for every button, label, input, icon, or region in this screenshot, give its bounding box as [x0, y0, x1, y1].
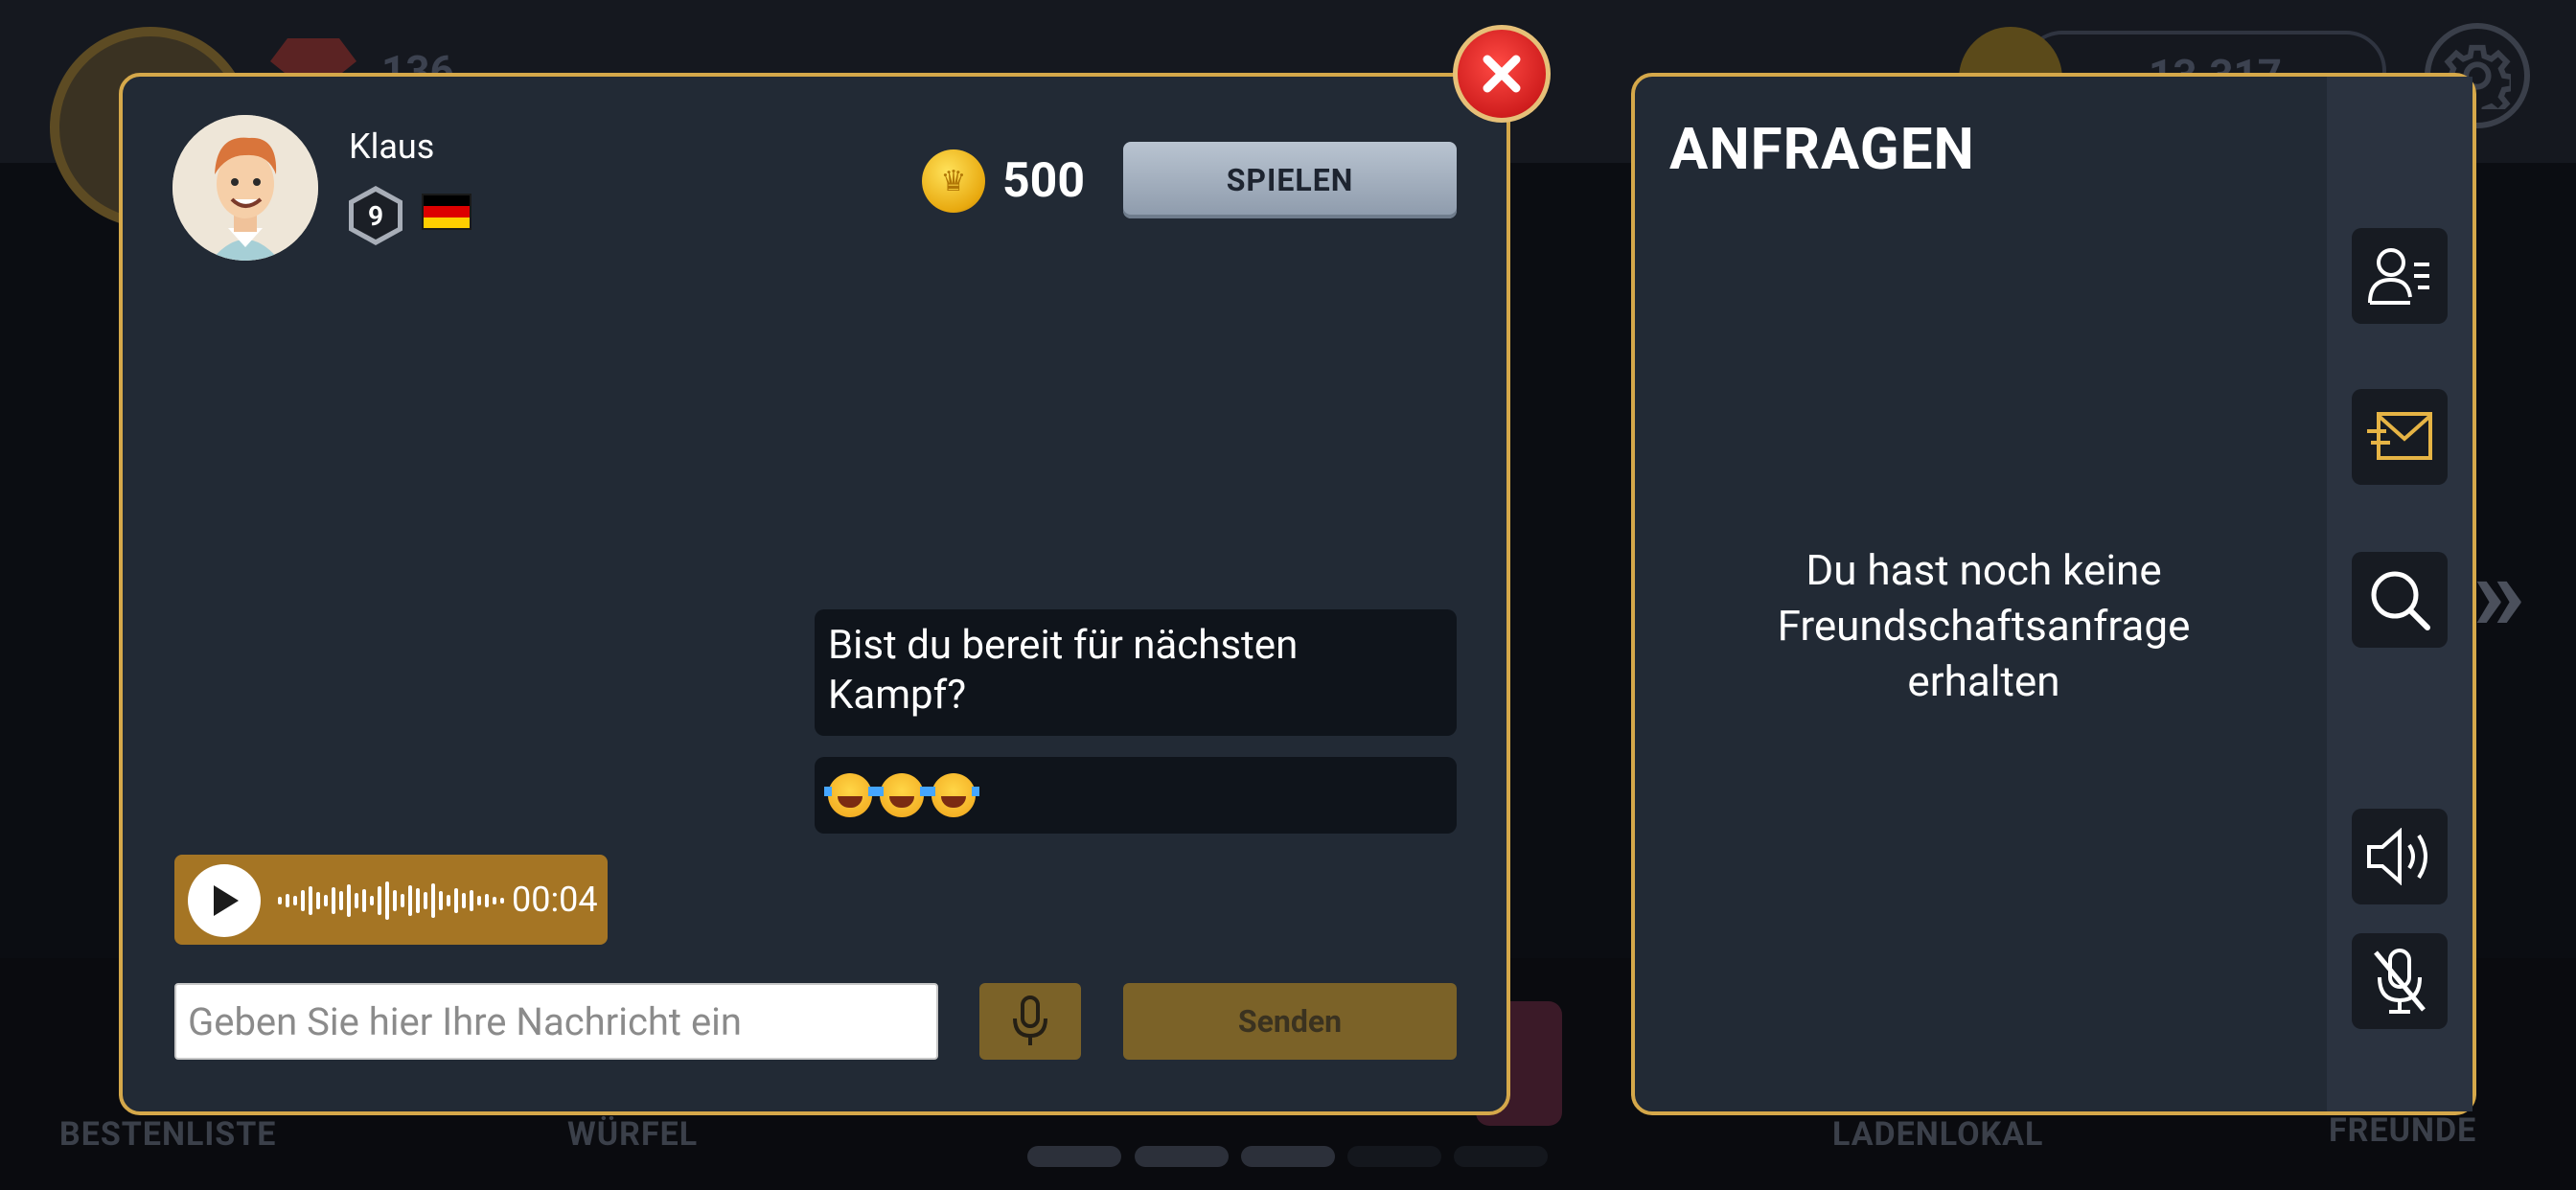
mic-muted-icon: [2374, 949, 2426, 1014]
avatar[interactable]: [172, 115, 318, 261]
flag-stripe: [424, 206, 470, 217]
waveform-bar: [454, 888, 458, 913]
waveform-bar: [286, 894, 289, 907]
play-icon[interactable]: [188, 864, 261, 937]
waveform-bar: [278, 897, 282, 904]
mic-button[interactable]: [979, 983, 1081, 1060]
waveform-bar: [309, 886, 312, 915]
empty-state-text: Du hast noch keine Freundschaftsanfrage …: [1777, 545, 2191, 706]
user-list-icon: [2368, 248, 2429, 305]
close-icon: [1483, 55, 1521, 93]
microphone-toggle-button[interactable]: [2352, 933, 2448, 1029]
sound-button[interactable]: [2352, 809, 2448, 904]
page-dot: [1347, 1146, 1441, 1167]
waveform-bar: [316, 892, 320, 909]
laughing-tears-emoji-icon: [824, 773, 876, 817]
laughing-tears-emoji-icon: [876, 773, 928, 817]
mail-icon: [2367, 412, 2432, 460]
waveform-bar: [431, 883, 435, 918]
nav-shop[interactable]: LADENLOKAL: [1832, 1115, 2043, 1154]
search-button[interactable]: [2352, 552, 2448, 648]
waveform-bar: [416, 888, 420, 913]
waveform-bar: [301, 890, 305, 911]
waveform-bar: [332, 887, 335, 914]
waveform-bar: [362, 889, 366, 912]
search-icon: [2371, 571, 2430, 630]
play-button[interactable]: SPIELEN: [1123, 142, 1457, 218]
waveform-bar: [424, 892, 427, 909]
send-button[interactable]: Senden: [1123, 983, 1457, 1060]
chat-panel: [119, 73, 1510, 1115]
close-button[interactable]: [1453, 25, 1551, 123]
waveform-bar: [447, 895, 450, 906]
waveform-bar: [355, 893, 358, 908]
waveform-bar: [477, 896, 481, 905]
chat-message: Bist du bereit für nächsten Kampf?: [815, 609, 1457, 736]
waveform-bar: [485, 894, 489, 907]
waveform-bar: [293, 896, 297, 905]
germany-flag-icon: [422, 194, 472, 230]
requests-title: ANFRAGEN: [1669, 115, 1975, 183]
mic-icon: [1013, 995, 1047, 1045]
waveform-bar: [324, 895, 328, 906]
nav-friends[interactable]: FREUNDE: [2329, 1111, 2476, 1150]
waveform-bar: [500, 898, 504, 904]
message-input[interactable]: [174, 983, 938, 1060]
nav-leaderboard[interactable]: BESTENLISTE: [59, 1115, 276, 1154]
speaker-icon: [2367, 828, 2427, 885]
next-page-arrow-icon[interactable]: »: [2472, 541, 2540, 647]
flag-stripe: [424, 195, 470, 207]
waveform-bar: [347, 884, 351, 917]
waveform-bar: [385, 881, 389, 920]
waveform-bar: [339, 891, 343, 910]
waveform-bar: [470, 890, 473, 911]
waveform-bar: [370, 896, 374, 905]
page-dot: [1241, 1146, 1335, 1167]
waveform-bar: [393, 890, 397, 911]
chat-message-emoji: [815, 757, 1457, 834]
nav-dice[interactable]: WÜRFEL: [567, 1115, 698, 1154]
page-dot: [1135, 1146, 1229, 1167]
waveform-bar: [408, 885, 412, 916]
page-dot: [1454, 1146, 1548, 1167]
coin-amount: 500: [1002, 153, 1086, 209]
waveform-bar: [462, 893, 466, 908]
laughing-tears-emoji-icon: [928, 773, 979, 817]
page-dot: [1027, 1146, 1121, 1167]
waveform-bar: [401, 894, 404, 907]
user-name: Klaus: [349, 126, 435, 167]
waveform-bar: [493, 897, 496, 904]
voice-duration: 00:04: [512, 880, 598, 920]
flag-stripe: [424, 217, 470, 228]
waveform: [278, 877, 504, 925]
waveform-bar: [439, 891, 443, 910]
coin-icon: ♛: [922, 149, 985, 213]
requests-tab-button[interactable]: [2352, 389, 2448, 485]
waveform-bar: [378, 886, 381, 915]
friend-list-button[interactable]: [2352, 228, 2448, 324]
